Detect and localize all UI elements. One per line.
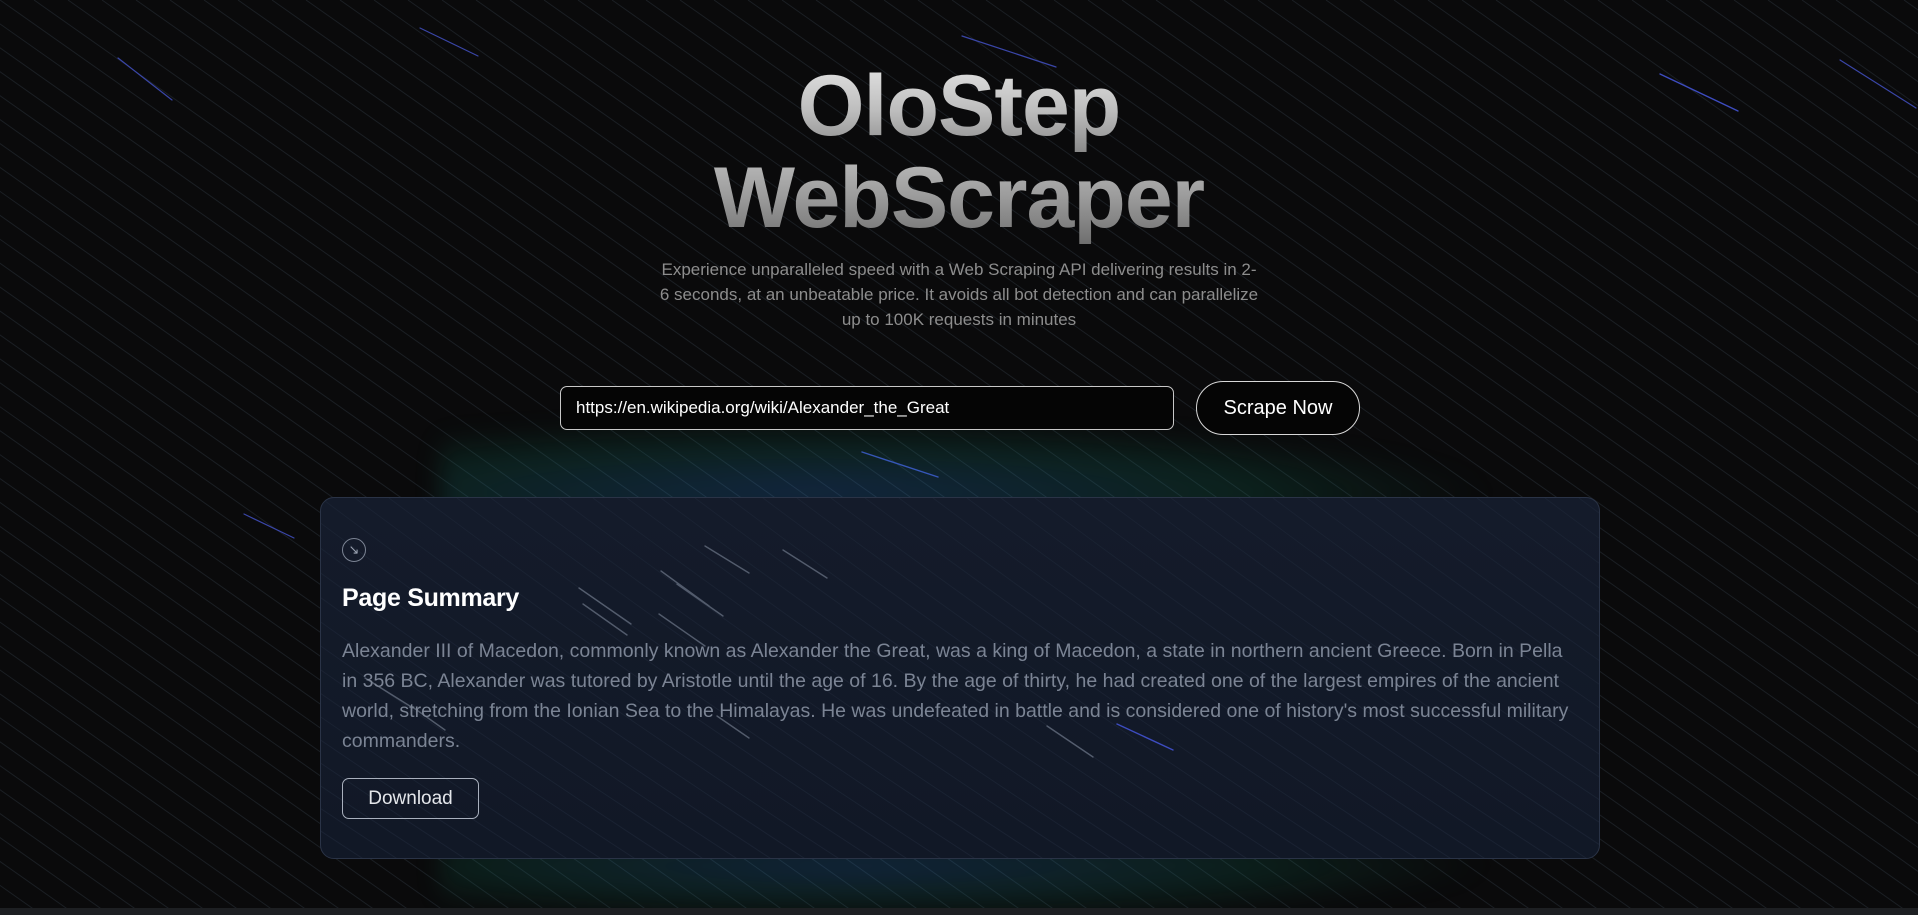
page-summary-card: ↘ Page Summary Alexander III of Macedon,… [320, 497, 1600, 859]
hero-title-line1: OloStep [0, 60, 1918, 152]
page-summary-heading: Page Summary [342, 584, 520, 612]
page-summary-text: Alexander III of Macedon, commonly known… [342, 640, 1569, 752]
hero-subtitle: Experience unparalleled speed with a Web… [659, 260, 1259, 329]
hero-title-line2: WebScraper [0, 152, 1918, 244]
bottom-taskbar-strip [0, 908, 1918, 915]
scrape-now-button[interactable]: Scrape Now [1196, 381, 1360, 435]
page: OloStep WebScraper Experience unparallel… [0, 0, 1918, 915]
url-input[interactable] [560, 386, 1174, 430]
download-button[interactable]: Download [342, 778, 479, 819]
arrow-down-right-icon[interactable]: ↘ [342, 538, 366, 562]
hero-title: OloStep WebScraper [0, 60, 1918, 244]
